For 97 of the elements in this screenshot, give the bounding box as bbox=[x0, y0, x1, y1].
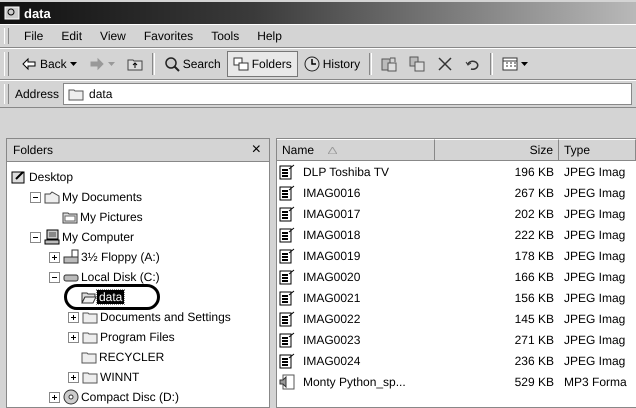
table-cell-text: 178 KB bbox=[514, 248, 555, 262]
collapse-icon[interactable] bbox=[49, 272, 60, 282]
menu-item[interactable]: File bbox=[15, 27, 52, 45]
table-cell-text: JPEG Imag bbox=[563, 312, 626, 326]
search-folder-icon bbox=[4, 5, 20, 21]
menu-item[interactable]: Edit bbox=[52, 27, 92, 45]
toolbar-button[interactable]: Search bbox=[158, 51, 227, 77]
audio-file-icon bbox=[279, 374, 295, 390]
expand-icon[interactable] bbox=[49, 252, 60, 262]
file-name[interactable]: DLP Toshiba TV bbox=[298, 164, 394, 178]
expand-icon[interactable] bbox=[68, 332, 79, 342]
table-cell-text: JPEG Imag bbox=[563, 186, 626, 200]
views-icon bbox=[502, 56, 518, 72]
expand-icon[interactable] bbox=[68, 312, 79, 322]
table-cell-text: 166 KB bbox=[514, 270, 555, 284]
table-cell-text: 196 KB bbox=[514, 164, 555, 178]
folders-icon bbox=[232, 56, 249, 72]
file-name[interactable]: Monty Python_sp... bbox=[298, 374, 411, 388]
tree-item[interactable]: Program Files bbox=[98, 330, 177, 344]
table-cell-text: 267 KB bbox=[514, 186, 555, 200]
tree-item[interactable]: Local Disk (C:) bbox=[79, 270, 162, 284]
table-cell-text: 236 KB bbox=[514, 354, 555, 368]
image-file-icon bbox=[279, 184, 295, 200]
menu-item[interactable]: View bbox=[91, 27, 135, 45]
floppy-drive-icon bbox=[63, 249, 79, 265]
clock-icon bbox=[304, 56, 320, 72]
right-arrow-icon bbox=[88, 56, 105, 72]
address-label: Address bbox=[15, 87, 60, 101]
tree-item[interactable]: My Documents bbox=[60, 190, 144, 204]
image-file-icon bbox=[279, 268, 295, 284]
close-button[interactable]: × bbox=[252, 141, 261, 159]
file-name[interactable]: IMAG0021 bbox=[298, 290, 366, 304]
desktop-icon bbox=[11, 169, 27, 185]
toolbar-button[interactable]: Back bbox=[15, 51, 83, 77]
image-file-icon bbox=[279, 290, 295, 306]
table-cell-text: 156 KB bbox=[514, 290, 555, 304]
expand-icon[interactable] bbox=[68, 372, 79, 382]
image-file-icon bbox=[279, 248, 295, 264]
table-cell-text: JPEG Imag bbox=[563, 248, 626, 262]
tree-item[interactable]: Compact Disc (D:) bbox=[79, 390, 182, 404]
address-field[interactable]: data bbox=[63, 83, 632, 105]
pane-title: Folders bbox=[13, 143, 54, 157]
column-header[interactable]: Name bbox=[277, 139, 435, 161]
file-name[interactable]: IMAG0017 bbox=[298, 206, 366, 220]
table-cell-text: 529 KB bbox=[514, 374, 555, 388]
window-title: data bbox=[24, 6, 51, 20]
search-icon bbox=[164, 56, 180, 72]
table-cell-text: JPEG Imag bbox=[563, 290, 626, 304]
image-file-icon bbox=[279, 352, 295, 368]
toolbar-button[interactable]: Folders bbox=[226, 51, 298, 77]
tree-item[interactable]: WINNT bbox=[98, 370, 142, 384]
tree-item[interactable]: Desktop bbox=[27, 170, 76, 184]
table-cell-text: 145 KB bbox=[514, 312, 555, 326]
cd-icon bbox=[63, 389, 79, 405]
delete-icon bbox=[437, 56, 454, 72]
table-cell-text: JPEG Imag bbox=[563, 206, 626, 220]
toolbar-button[interactable]: History bbox=[298, 51, 366, 77]
image-file-icon bbox=[279, 164, 295, 180]
tree-item[interactable]: My Pictures bbox=[78, 210, 145, 224]
left-arrow-icon bbox=[21, 56, 37, 72]
file-name[interactable]: IMAG0018 bbox=[298, 228, 366, 242]
menu-item[interactable]: Tools bbox=[202, 27, 248, 45]
table-cell-text: JPEG Imag bbox=[563, 270, 626, 284]
table-cell-text: 222 KB bbox=[514, 228, 555, 242]
column-header[interactable]: Type bbox=[559, 139, 636, 161]
move-to-icon bbox=[381, 56, 398, 72]
collapse-icon[interactable] bbox=[30, 232, 41, 242]
file-name[interactable]: IMAG0020 bbox=[298, 270, 366, 284]
file-name[interactable]: IMAG0024 bbox=[298, 354, 366, 368]
tree-item[interactable]: data bbox=[97, 290, 124, 304]
tree-item[interactable]: Documents and Settings bbox=[98, 310, 233, 324]
table-cell-text: JPEG Imag bbox=[563, 354, 626, 368]
tree-item[interactable]: My Computer bbox=[60, 230, 136, 244]
expand-icon[interactable] bbox=[49, 392, 60, 402]
computer-icon bbox=[44, 229, 60, 245]
table-cell-text: JPEG Imag bbox=[563, 228, 626, 242]
tree-item[interactable]: RECYCLER bbox=[97, 350, 166, 364]
menu-item[interactable]: Favorites bbox=[134, 27, 202, 45]
table-cell-text: 271 KB bbox=[514, 332, 555, 346]
image-file-icon bbox=[279, 332, 295, 348]
copy-to-icon bbox=[409, 56, 426, 72]
collapse-icon[interactable] bbox=[30, 192, 41, 202]
table-cell-text: JPEG Imag bbox=[563, 332, 626, 346]
file-name[interactable]: IMAG0016 bbox=[298, 186, 366, 200]
table-cell-text: 202 KB bbox=[514, 206, 555, 220]
file-name[interactable]: IMAG0022 bbox=[298, 312, 366, 326]
folder-icon bbox=[44, 189, 60, 205]
table-cell-text: MP3 Forma bbox=[563, 374, 628, 388]
tree-item[interactable]: 3½ Floppy (A:) bbox=[79, 250, 162, 264]
table-cell-text: JPEG Imag bbox=[563, 164, 626, 178]
column-header[interactable]: Size bbox=[435, 139, 559, 161]
file-name[interactable]: IMAG0019 bbox=[298, 248, 366, 262]
image-file-icon bbox=[279, 226, 295, 242]
menu-item[interactable]: Help bbox=[248, 27, 291, 45]
file-name[interactable]: IMAG0023 bbox=[298, 332, 366, 346]
image-file-icon bbox=[279, 310, 295, 326]
image-file-icon bbox=[279, 206, 295, 222]
